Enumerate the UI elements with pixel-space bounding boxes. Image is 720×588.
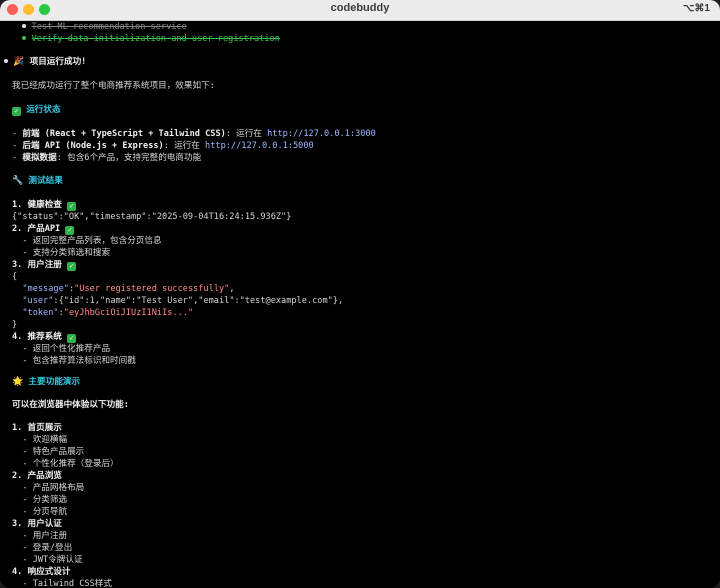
test-item: 4. 推荐系统 ✓ — [12, 331, 77, 343]
feature-intro: 可以在浏览器中体验以下功能: — [12, 400, 129, 410]
wrench-icon: 🔧 — [12, 176, 24, 186]
feature-item: 4. 响应式设计 — [12, 567, 71, 577]
test-item: 3. 用户注册 ✓ — [12, 259, 77, 271]
list-item: - 包含推荐算法标识和时间戳 — [12, 356, 136, 366]
window-shortcut: ⌥⌘1 — [682, 3, 710, 14]
json-output: "message":"User registered successfully"… — [22, 284, 235, 294]
backend-url-link[interactable]: http://127.0.0.1:5000 — [205, 141, 314, 151]
json-output: {"status":"OK","timestamp":"2025-09-04T1… — [12, 212, 292, 222]
list-item: - 欢迎横幅 — [12, 435, 68, 445]
bullet-icon — [22, 24, 27, 28]
list-item: - 产品网格布局 — [12, 483, 85, 493]
list-item: - 特色产品展示 — [12, 447, 85, 457]
list-item: - 返回个性化推荐产品 — [12, 344, 111, 354]
party-popper-icon: 🎉 — [13, 57, 25, 67]
todo-item: Verify data initialization and user regi… — [12, 33, 280, 45]
status-line: - 前端 (React + TypeScript + Tailwind CSS)… — [12, 129, 376, 139]
bullet-icon — [4, 59, 8, 63]
checkmark-icon: ✓ — [65, 226, 75, 235]
section-heading: ✓ 运行状态 — [12, 104, 61, 116]
summary-text: 我已经成功运行了整个电商推荐系统项目，效果如下: — [12, 81, 215, 91]
title-bar: codebuddy ⌥⌘1 — [0, 0, 720, 21]
list-item: - 个性化推荐（登录后） — [12, 459, 119, 469]
status-line: - 模拟数据: 包含6个产品，支持完整的电商功能 — [12, 153, 202, 163]
test-item: 2. 产品API ✓ — [12, 223, 75, 235]
json-output: "token":"eyJhbGciOiJIUzI1NiIs..." — [22, 308, 194, 318]
list-item: - 返回完整产品列表，包含分页信息 — [12, 236, 162, 246]
terminal-window: codebuddy ⌥⌘1 Test ML recommendation ser… — [0, 0, 720, 588]
terminal-output[interactable]: Test ML recommendation service Verify da… — [4, 20, 712, 588]
list-item: - Tailwind CSS样式 — [12, 579, 112, 588]
checkmark-icon: ✓ — [67, 202, 77, 211]
test-item: 1. 健康检查 ✓ — [12, 199, 77, 211]
list-item: - 分页导航 — [12, 507, 68, 517]
success-heading: 🎉 项目运行成功! — [4, 56, 86, 68]
checkmark-icon: ✓ — [67, 334, 77, 343]
frontend-url-link[interactable]: http://127.0.0.1:3000 — [267, 129, 376, 139]
checkmark-icon: ✓ — [12, 107, 21, 116]
section-heading: 🌟 主要功能演示 — [12, 377, 80, 387]
feature-item: 2. 产品浏览 — [12, 471, 62, 481]
list-item: - 支持分类筛选和搜索 — [12, 248, 111, 258]
list-item: - JWT令牌认证 — [12, 555, 83, 565]
window-title: codebuddy — [330, 2, 390, 14]
list-item: - 登录/登出 — [12, 543, 73, 553]
list-item: - 用户注册 — [12, 531, 68, 541]
todo-item: Test ML recommendation service — [12, 21, 187, 33]
bullet-icon — [22, 36, 27, 40]
checkmark-icon: ✓ — [67, 262, 77, 271]
feature-item: 1. 首页展示 — [12, 423, 62, 433]
section-heading: 🔧 测试结果 — [12, 176, 63, 186]
star-icon: 🌟 — [12, 377, 24, 387]
status-line: - 后端 API (Node.js + Express): 运行在 http:/… — [12, 141, 314, 151]
list-item: - 分类筛选 — [12, 495, 68, 505]
json-output: "user":{"id":1,"name":"Test User","email… — [22, 296, 344, 306]
json-output: } — [12, 320, 18, 330]
json-output: { — [12, 272, 18, 282]
feature-item: 3. 用户认证 — [12, 519, 62, 529]
